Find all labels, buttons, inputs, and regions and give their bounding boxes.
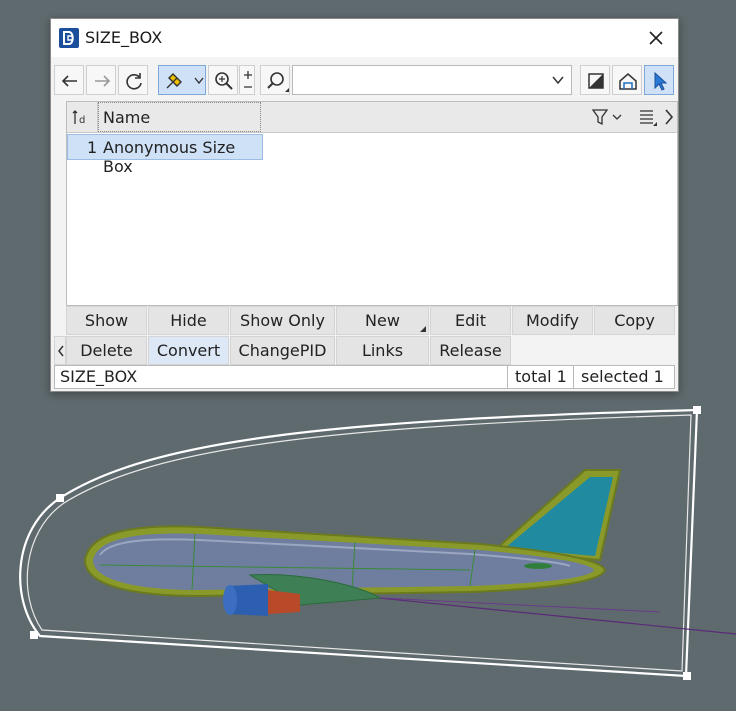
sort-icon: d	[72, 110, 85, 126]
chevron-right-icon[interactable]	[661, 102, 677, 132]
copy-button[interactable]: Copy	[594, 306, 675, 335]
refresh-button[interactable]	[118, 65, 148, 95]
refresh-icon	[126, 73, 142, 90]
release-button[interactable]: Release	[430, 336, 511, 365]
new-button-label: New	[365, 311, 400, 330]
arrow-left-icon	[61, 75, 77, 87]
table-header: d Name	[67, 102, 677, 133]
pick-mode-button[interactable]	[158, 65, 206, 95]
app-logo-icon	[59, 28, 79, 48]
status-separator	[573, 366, 574, 388]
status-bar: SIZE_BOX total 1 selected 1	[54, 365, 675, 389]
zoom-icon	[215, 72, 233, 90]
back-button[interactable]	[54, 65, 84, 95]
search-icon	[267, 72, 289, 92]
results-table: d Name 1 Anonymous Size Box	[66, 101, 678, 306]
hide-button[interactable]: Hide	[148, 306, 229, 335]
home-icon	[619, 73, 637, 90]
status-total: total 1	[515, 367, 567, 386]
row-name: Anonymous Size Box	[103, 138, 236, 176]
airplane-model[interactable]	[83, 469, 622, 616]
window-title: SIZE_BOX	[85, 28, 163, 47]
new-button[interactable]: New	[336, 306, 429, 335]
svg-text:d: d	[79, 115, 85, 126]
chevron-left-icon	[58, 345, 64, 357]
plus-minus-icon	[244, 71, 252, 88]
toolbar	[54, 63, 675, 97]
delete-button[interactable]: Delete	[66, 336, 147, 365]
forward-button[interactable]	[86, 65, 116, 95]
filter-icon[interactable]	[587, 102, 627, 132]
cursor-icon	[654, 71, 668, 91]
frame-button[interactable]	[580, 65, 610, 95]
zoom-step-button[interactable]	[239, 65, 255, 95]
show-button[interactable]: Show	[66, 306, 147, 335]
status-separator	[507, 366, 508, 388]
size-box-dialog: SIZE_BOX d Name 1 Anonymous Size Box Sho…	[50, 18, 679, 392]
title-bar: SIZE_BOX	[51, 19, 678, 57]
home-button[interactable]	[612, 65, 642, 95]
modify-button[interactable]: Modify	[512, 306, 593, 335]
chevron-down-icon	[552, 76, 564, 85]
arrow-right-icon	[95, 75, 111, 87]
changepid-button[interactable]: ChangePID	[230, 336, 335, 365]
filter-combobox[interactable]	[292, 65, 572, 95]
table-row[interactable]: 1 Anonymous Size Box	[67, 134, 263, 176]
dropdown-corner-icon	[420, 326, 426, 332]
edit-button[interactable]: Edit	[430, 306, 511, 335]
scroll-left-button[interactable]	[54, 336, 66, 365]
status-selected: selected 1	[581, 367, 664, 386]
close-icon	[649, 31, 663, 45]
search-button[interactable]	[260, 65, 290, 95]
close-button[interactable]	[634, 19, 678, 57]
row-index: 1	[87, 138, 98, 157]
pick-tool-icon	[166, 73, 204, 89]
status-name: SIZE_BOX	[60, 367, 138, 386]
name-column-header[interactable]: Name	[98, 102, 261, 132]
columns-icon[interactable]	[635, 102, 661, 132]
select-cursor-button[interactable]	[644, 65, 674, 95]
frame-icon	[588, 73, 604, 89]
zoom-button[interactable]	[208, 65, 238, 95]
convert-button[interactable]: Convert	[148, 336, 229, 365]
sort-column-header[interactable]: d	[67, 102, 98, 132]
show-only-button[interactable]: Show Only	[230, 306, 335, 335]
links-button[interactable]: Links	[336, 336, 429, 365]
